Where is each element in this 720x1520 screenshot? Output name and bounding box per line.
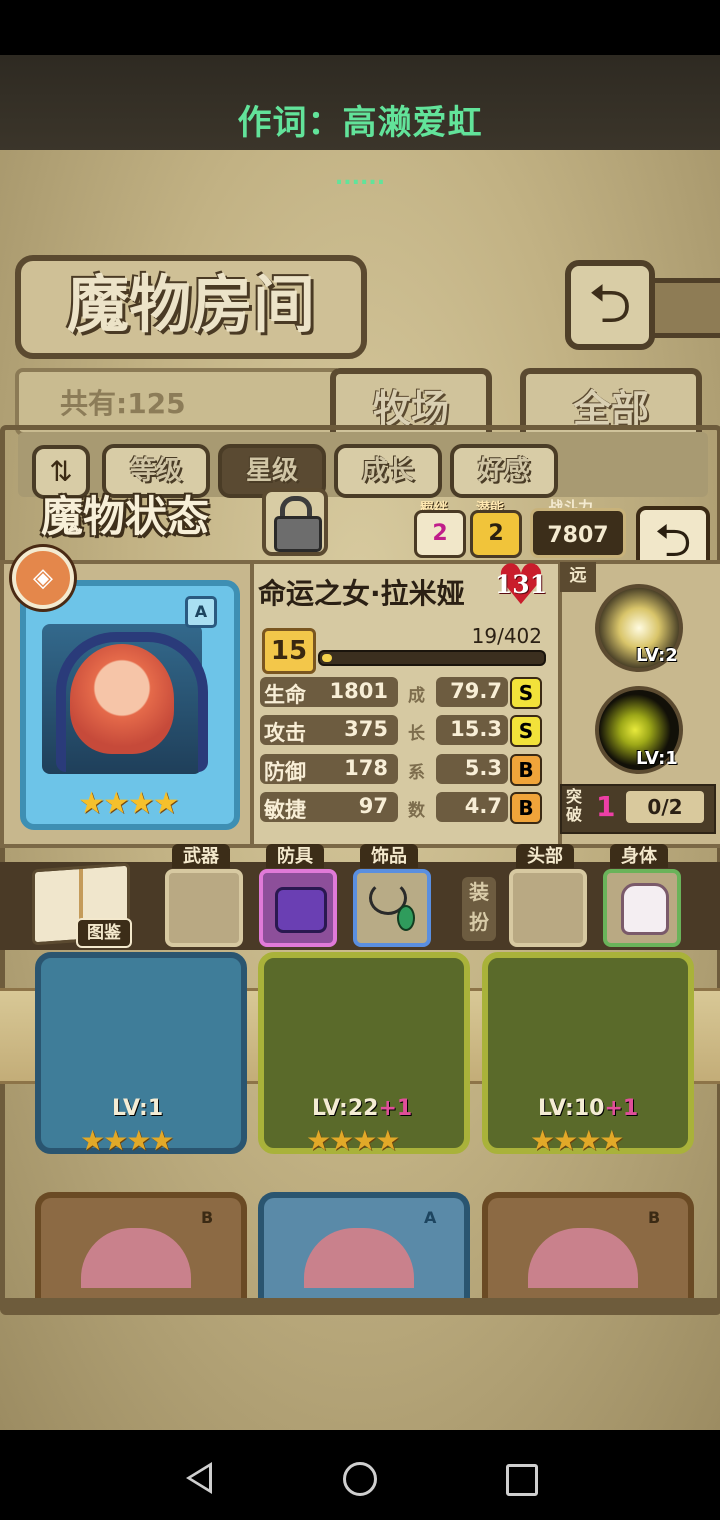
dress-label: 装扮 (462, 877, 496, 941)
card-1-level: LV:1 (112, 1096, 164, 1121)
nav-home-icon[interactable] (343, 1462, 377, 1496)
skill-2-level: LV:1 (636, 748, 678, 769)
stat-value: 1801 (329, 679, 388, 703)
top-strip (645, 278, 720, 338)
codex-label[interactable]: 图鉴 (76, 918, 132, 948)
card-2-bonus: +1 (378, 1096, 413, 1121)
body-label: 身体 (610, 844, 668, 868)
return-icon[interactable]: ⮌ (565, 260, 655, 350)
stat-value: 178 (344, 756, 388, 780)
card-3-stars: ★★★★ (530, 1124, 624, 1157)
monster-name: 命运之女·拉米娅 (258, 577, 465, 610)
monster-card-6[interactable]: B (482, 1192, 694, 1298)
necklace-gem (397, 905, 415, 931)
range-tag: 远 (560, 562, 596, 592)
grade-badge: S (510, 677, 542, 709)
card-2-level-value: LV:22 (312, 1096, 379, 1121)
portrait-art (42, 624, 208, 774)
exp-bar (318, 650, 546, 666)
outfit-icon (621, 883, 669, 935)
growth-coefficient-label: 数 (408, 801, 425, 821)
weapon-label: 武器 (172, 844, 230, 868)
card-2-level: LV:22+1 (312, 1096, 412, 1121)
head-slot[interactable] (509, 869, 587, 947)
lyric-line: 作词：高濑爱虹 (237, 103, 483, 143)
exp-bar-fill (322, 654, 332, 662)
card-4-rank: B (201, 1208, 214, 1227)
grade-badge: B (510, 754, 542, 786)
bond-value: 2 (414, 510, 466, 558)
exp-text: 19/402 (471, 624, 542, 648)
stat-value: 375 (344, 717, 388, 741)
armor-icon (275, 887, 327, 933)
growth-value: 5.3 (464, 756, 502, 780)
card-4-art (81, 1228, 191, 1288)
monster-card-4[interactable]: B (35, 1192, 247, 1298)
breakthrough-progress: 0/2 (626, 791, 704, 823)
accessory-slot[interactable] (353, 869, 431, 947)
breakthrough-value: 1 (596, 790, 616, 823)
rank-badge: A (185, 596, 217, 628)
card-1-stars: ★★★★ (80, 1124, 174, 1157)
card-6-rank: B (648, 1208, 661, 1227)
skill-1-level: LV:2 (636, 645, 678, 666)
card-3-level-value: LV:10 (538, 1096, 605, 1121)
element-type-icon: ◈ (12, 547, 74, 609)
growth-value: 79.7 (450, 679, 502, 703)
lyric-dots: ...... (334, 165, 386, 190)
star-rating: ★★★★ (78, 786, 180, 821)
grade-badge: S (510, 715, 542, 747)
card-3-bonus: +1 (604, 1096, 639, 1121)
monster-status-title: 魔物状态 (40, 492, 209, 541)
character-face (70, 644, 174, 754)
card-6-art (528, 1228, 638, 1288)
lock-icon[interactable] (262, 488, 328, 556)
grade-badge: B (510, 792, 542, 824)
level-badge: 15 (262, 628, 316, 674)
growth-value: 15.3 (450, 717, 502, 741)
growth-coefficient-label: 系 (408, 763, 425, 783)
sort-growth-button[interactable]: 成长 (334, 444, 442, 498)
card-2-stars: ★★★★ (306, 1124, 400, 1157)
card-5-rank: A (424, 1208, 437, 1227)
armor-slot[interactable] (259, 869, 337, 947)
growth-coefficient-label: 长 (408, 724, 425, 744)
sort-favor-button[interactable]: 好感 (450, 444, 558, 498)
armor-label: 防具 (266, 844, 324, 868)
monster-count: 共有:125 (60, 387, 186, 420)
affinity-value: 131 (494, 570, 548, 599)
weapon-slot[interactable] (165, 869, 243, 947)
growth-value: 4.7 (464, 794, 502, 818)
nav-recent-icon[interactable] (506, 1464, 538, 1496)
breakthrough-label: 突破 (566, 787, 583, 824)
list-bottom-border (0, 1298, 720, 1310)
stat-value: 97 (358, 794, 388, 818)
card-3-level: LV:10+1 (538, 1096, 638, 1121)
growth-coefficient-label: 成 (408, 686, 425, 706)
nav-back-icon-inner (191, 1467, 209, 1489)
head-label: 头部 (516, 844, 574, 868)
power-value: 7807 (530, 508, 626, 558)
accessory-label: 饰品 (360, 844, 418, 868)
monster-card-5[interactable]: A (258, 1192, 470, 1298)
potential-value: 2 (470, 510, 522, 558)
monster-room-title: 魔物房间 (15, 255, 367, 359)
card-5-art (304, 1228, 414, 1288)
body-slot[interactable] (603, 869, 681, 947)
